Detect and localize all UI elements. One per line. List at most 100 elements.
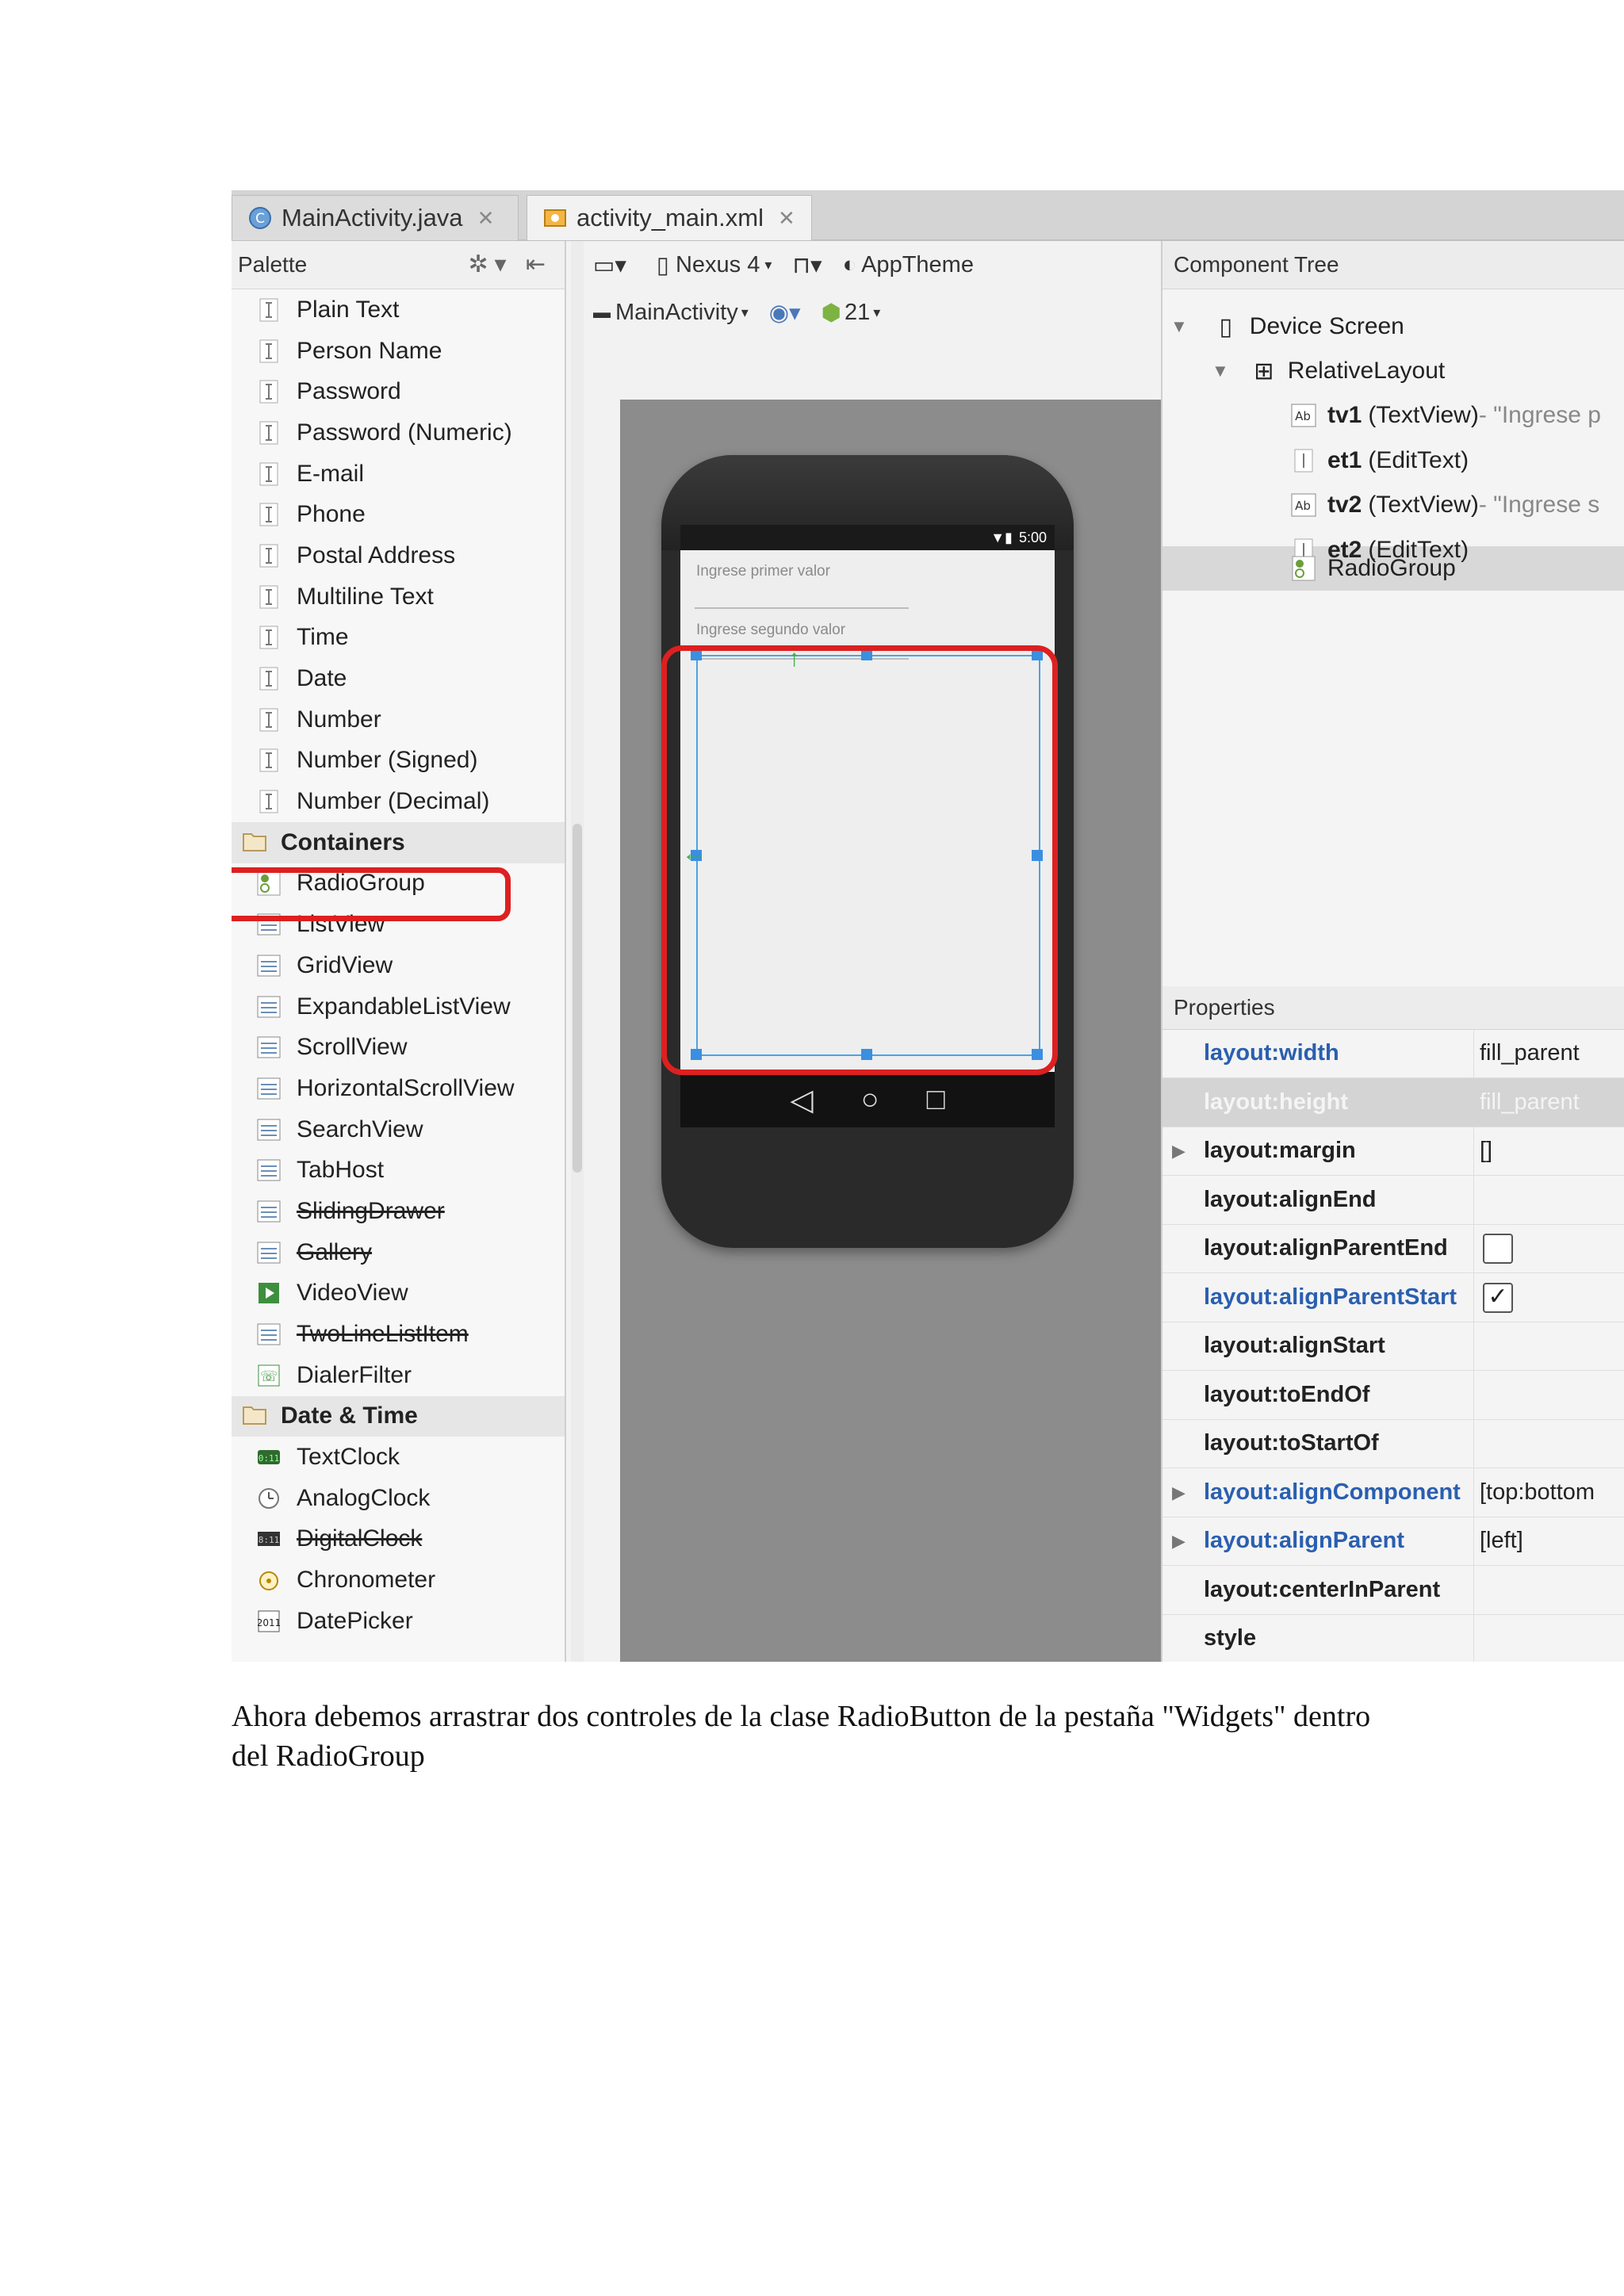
palette-item-label: GridView: [297, 951, 393, 978]
property-value[interactable]: fill_parent: [1480, 1089, 1580, 1115]
property-row[interactable]: layout:toEndOf: [1162, 1371, 1624, 1420]
expand-arrow-icon[interactable]: ▶: [1172, 1483, 1185, 1503]
palette-item[interactable]: Date: [232, 658, 565, 699]
tab-activity-main-xml[interactable]: activity_main.xml ✕: [527, 195, 812, 240]
text-field-icon: [255, 665, 282, 692]
property-row[interactable]: layout:toStartOf: [1162, 1419, 1624, 1468]
property-value[interactable]: fill_parent: [1480, 1040, 1580, 1066]
tv2-preview[interactable]: Ingrese segundo valor: [696, 622, 845, 639]
property-value[interactable]: [left]: [1480, 1528, 1523, 1554]
palette-item-label: E-mail: [297, 460, 365, 487]
checked-checkbox[interactable]: ✓: [1483, 1282, 1513, 1313]
property-name: layout:alignParentStart: [1204, 1284, 1457, 1310]
palette-category[interactable]: Date & Time: [232, 1395, 565, 1437]
expand-arrow-icon[interactable]: ▶: [1172, 1531, 1185, 1552]
tree-item-tv1[interactable]: Ab tv1 (TextView) - "Ingrese p: [1289, 393, 1601, 438]
palette-item[interactable]: HorizontalScrollView: [232, 1068, 565, 1109]
palette-item[interactable]: SearchView: [232, 1109, 565, 1150]
close-icon[interactable]: ✕: [477, 206, 495, 231]
palette-item[interactable]: 8:11 DigitalClock: [232, 1519, 565, 1560]
tree-item-et1[interactable]: et1 (EditText): [1289, 438, 1469, 483]
palette-item[interactable]: Phone: [232, 494, 565, 535]
palette-item-label: TextClock: [297, 1444, 400, 1471]
tree-node-id: tv2: [1327, 492, 1362, 518]
orientation-icon[interactable]: ⊓▾: [792, 251, 822, 279]
property-row[interactable]: layout:alignParentStart ✓: [1162, 1273, 1624, 1322]
palette-item-label: DigitalClock: [297, 1525, 423, 1552]
palette-settings-icon[interactable]: ✲▾ ⇤: [468, 251, 552, 278]
wifi-signal-icon: ▼▮: [990, 529, 1013, 545]
palette-item[interactable]: SlidingDrawer: [232, 1191, 565, 1232]
palette-item[interactable]: Gallery: [232, 1232, 565, 1273]
property-row[interactable]: style: [1162, 1614, 1624, 1662]
property-row[interactable]: layout:alignStart: [1162, 1322, 1624, 1371]
palette-item[interactable]: 0:11 TextClock: [232, 1437, 565, 1478]
device-config-icon[interactable]: ▭▾: [593, 251, 626, 279]
palette-item[interactable]: Number (Decimal): [232, 781, 565, 822]
tree-item-radiogroup[interactable]: RadioGroup: [1289, 546, 1456, 591]
property-row[interactable]: layout:height fill_parent: [1162, 1077, 1624, 1127]
recents-icon: □: [926, 1082, 945, 1116]
property-value[interactable]: [top:bottom: [1480, 1479, 1595, 1506]
palette-item[interactable]: Multiline Text: [232, 576, 565, 618]
palette-item[interactable]: Chronometer: [232, 1559, 565, 1601]
close-icon[interactable]: ✕: [778, 206, 795, 231]
text-field-icon: [255, 584, 282, 610]
palette-item[interactable]: Time: [232, 618, 565, 659]
gallery-icon: [255, 1239, 282, 1266]
property-row[interactable]: ▶ layout:alignParent [left]: [1162, 1517, 1624, 1566]
expand-arrow-icon[interactable]: ▼: [1212, 361, 1229, 381]
palette-item[interactable]: E-mail: [232, 453, 565, 495]
property-row[interactable]: layout:centerInParent: [1162, 1566, 1624, 1615]
tree-item-device-screen[interactable]: ▼ ▯ Device Screen: [1170, 304, 1404, 349]
palette-item[interactable]: ExpandableListView: [232, 986, 565, 1027]
palette-item[interactable]: AnalogClock: [232, 1478, 565, 1519]
design-canvas[interactable]: ▼▮ 5:00 Ingrese primer valor Ingrese seg…: [620, 400, 1161, 1662]
palette-scrollbar[interactable]: [571, 241, 584, 1662]
locale-globe-icon[interactable]: ◉▾: [769, 299, 801, 327]
theme-dropdown[interactable]: AppTheme: [861, 252, 974, 278]
tab-mainactivity-java[interactable]: C MainActivity.java ✕: [232, 195, 519, 240]
expand-arrow-icon[interactable]: ▶: [1172, 1141, 1185, 1161]
property-row[interactable]: layout:alignEnd: [1162, 1176, 1624, 1225]
property-row[interactable]: layout:width fill_parent: [1162, 1029, 1624, 1078]
palette-item[interactable]: Number (Signed): [232, 740, 565, 782]
et1-preview[interactable]: [695, 607, 909, 609]
palette-item[interactable]: TabHost: [232, 1150, 565, 1191]
unchecked-checkbox[interactable]: [1483, 1234, 1513, 1264]
palette-item[interactable]: 2011 DatePicker: [232, 1601, 565, 1642]
device-dropdown[interactable]: Nexus 4: [676, 252, 760, 278]
palette-item[interactable]: Password (Numeric): [232, 412, 565, 453]
palette-panel: Palette ✲▾ ⇤ Plain Text Person Name Passwo…: [232, 241, 566, 1662]
palette-item-label: Date: [297, 665, 347, 692]
property-value[interactable]: []: [1480, 1138, 1492, 1164]
property-row[interactable]: ▶ layout:margin []: [1162, 1127, 1624, 1176]
tree-item-tv2[interactable]: Ab tv2 (TextView) - "Ingrese s: [1289, 483, 1599, 527]
palette-item-label: TabHost: [297, 1157, 385, 1184]
palette-item[interactable]: ScrollView: [232, 1027, 565, 1068]
scrollbar-thumb[interactable]: [573, 824, 582, 1173]
palette-item[interactable]: Plain Text: [232, 289, 565, 331]
palette-item[interactable]: GridView: [232, 945, 565, 986]
tv1-preview[interactable]: Ingrese primer valor: [696, 563, 830, 580]
property-row[interactable]: ▶ layout:alignComponent [top:bottom: [1162, 1468, 1624, 1517]
properties-title: Properties: [1174, 995, 1275, 1020]
api-level-dropdown[interactable]: 21: [845, 300, 870, 326]
palette-title: Palette: [238, 252, 308, 277]
expand-arrow-icon[interactable]: ▼: [1170, 316, 1188, 337]
palette-item[interactable]: Number: [232, 699, 565, 740]
palette-item[interactable]: Person Name: [232, 331, 565, 372]
text-field-icon: [255, 706, 282, 733]
tree-item-relativelayout[interactable]: ▼ ⊞ RelativeLayout: [1212, 349, 1445, 393]
palette-item-label: HorizontalScrollView: [297, 1074, 515, 1101]
activity-dropdown[interactable]: MainActivity: [615, 300, 738, 326]
palette-category-label: Containers: [281, 828, 405, 855]
chevron-down-icon: ▾: [741, 304, 749, 320]
palette-item[interactable]: ☏ DialerFilter: [232, 1355, 565, 1396]
palette-item[interactable]: TwoLineListItem: [232, 1314, 565, 1355]
palette-item[interactable]: VideoView: [232, 1273, 565, 1314]
property-row[interactable]: layout:alignParentEnd: [1162, 1224, 1624, 1273]
palette-category[interactable]: Containers: [232, 821, 565, 863]
palette-item[interactable]: Password: [232, 371, 565, 412]
palette-item[interactable]: Postal Address: [232, 535, 565, 576]
